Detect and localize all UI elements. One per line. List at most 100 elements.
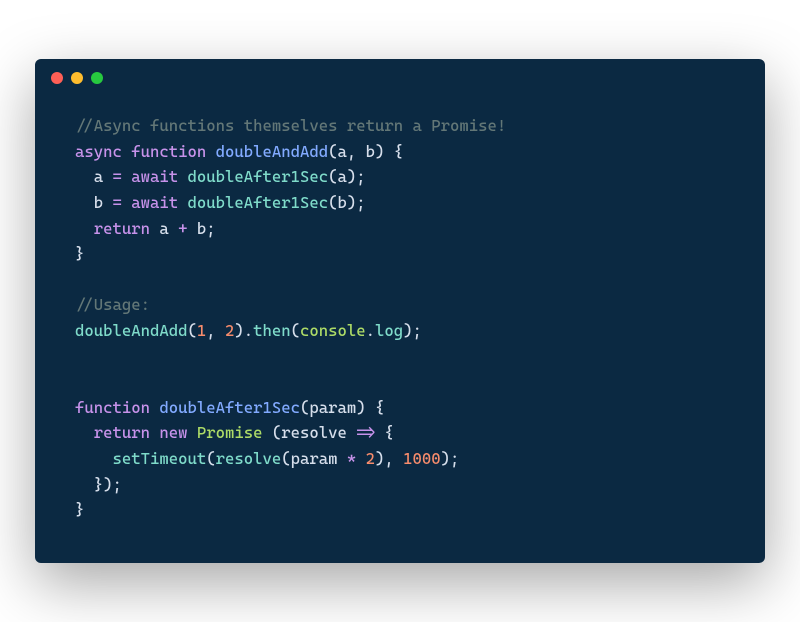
- code-line: a = await doubleAfter1Sec(a);: [75, 164, 725, 190]
- code-token: [178, 193, 187, 212]
- code-token: (: [300, 398, 309, 417]
- code-line: [75, 344, 725, 370]
- code-token: param: [309, 398, 356, 417]
- code-line: async function doubleAndAdd(a, b) {: [75, 139, 725, 165]
- code-block: //Async functions themselves return a Pr…: [35, 97, 765, 563]
- code-token: );: [347, 193, 366, 212]
- code-token: );: [403, 321, 422, 340]
- code-token: +: [178, 219, 187, 238]
- code-line: });: [75, 472, 725, 498]
- code-token: (: [272, 423, 281, 442]
- code-token: console: [300, 321, 366, 340]
- code-token: new: [159, 423, 187, 442]
- code-line: [75, 267, 725, 293]
- code-line: setTimeout(resolve(param * 2), 1000);: [75, 446, 725, 472]
- window-titlebar: [35, 59, 765, 97]
- code-token: (: [328, 193, 337, 212]
- code-token: ;: [206, 219, 215, 238]
- code-line: doubleAndAdd(1, 2).then(console.log);: [75, 318, 725, 344]
- code-token: a: [338, 167, 347, 186]
- code-token: resolve: [281, 423, 356, 442]
- code-token: );: [441, 449, 460, 468]
- code-token: doubleAndAdd: [216, 142, 329, 161]
- code-token: doubleAfter1Sec: [188, 193, 329, 212]
- code-token: b: [366, 142, 375, 161]
- code-token: });: [94, 475, 122, 494]
- code-token: ) {: [375, 142, 403, 161]
- code-line: return a + b;: [75, 216, 725, 242]
- code-token: a: [338, 142, 347, 161]
- code-token: [75, 423, 94, 442]
- code-token: [75, 475, 94, 494]
- code-token: b: [75, 193, 113, 212]
- code-token: await: [131, 193, 178, 212]
- code-token: doubleAfter1Sec: [159, 398, 300, 417]
- code-token: ,: [206, 321, 225, 340]
- code-token: 2: [366, 449, 375, 468]
- code-token: doubleAndAdd: [75, 321, 188, 340]
- code-token: 1: [197, 321, 206, 340]
- code-token: (: [206, 449, 215, 468]
- code-token: ),: [375, 449, 403, 468]
- minimize-icon[interactable]: [71, 72, 83, 84]
- code-token: [150, 398, 159, 417]
- code-token: 1000: [403, 449, 441, 468]
- maximize-icon[interactable]: [91, 72, 103, 84]
- code-line: [75, 369, 725, 395]
- code-token: doubleAfter1Sec: [188, 167, 329, 186]
- code-token: async: [75, 142, 122, 161]
- code-token: (: [291, 321, 300, 340]
- code-token: 2: [225, 321, 234, 340]
- code-token: [75, 449, 113, 468]
- code-token: *: [347, 449, 356, 468]
- code-token: {: [375, 423, 394, 442]
- code-token: [122, 142, 131, 161]
- code-token: then: [253, 321, 291, 340]
- code-token: [356, 449, 365, 468]
- code-token: await: [131, 167, 178, 186]
- code-token: [75, 219, 94, 238]
- code-token: //Usage:: [75, 295, 150, 314]
- code-token: ,: [347, 142, 366, 161]
- code-line: }: [75, 241, 725, 267]
- code-token: (: [281, 449, 290, 468]
- code-token: log: [375, 321, 403, 340]
- code-token: (: [328, 167, 337, 186]
- code-window: //Async functions themselves return a Pr…: [35, 59, 765, 563]
- code-token: =: [113, 193, 122, 212]
- code-line: //Async functions themselves return a Pr…: [75, 113, 725, 139]
- code-token: [206, 142, 215, 161]
- code-token: =: [113, 167, 122, 186]
- code-line: }: [75, 497, 725, 523]
- code-token: param: [291, 449, 347, 468]
- code-token: (: [188, 321, 197, 340]
- code-token: }: [75, 244, 84, 263]
- code-token: return: [94, 219, 150, 238]
- code-token: b: [338, 193, 347, 212]
- code-token: );: [347, 167, 366, 186]
- code-token: setTimeout: [113, 449, 207, 468]
- code-token: (: [328, 142, 337, 161]
- code-token: [122, 193, 131, 212]
- code-token: ).: [234, 321, 253, 340]
- code-token: a: [150, 219, 178, 238]
- code-token: [178, 167, 187, 186]
- code-token: [188, 423, 197, 442]
- code-token: resolve: [216, 449, 282, 468]
- code-token: function: [131, 142, 206, 161]
- code-line: b = await doubleAfter1Sec(b);: [75, 190, 725, 216]
- code-token: Promise: [197, 423, 263, 442]
- code-token: ) {: [356, 398, 384, 417]
- close-icon[interactable]: [51, 72, 63, 84]
- code-token: }: [75, 500, 84, 519]
- code-token: function: [75, 398, 150, 417]
- code-line: function doubleAfter1Sec(param) {: [75, 395, 725, 421]
- code-token: //Async functions themselves return a Pr…: [75, 116, 506, 135]
- code-token: return: [94, 423, 150, 442]
- code-token: b: [188, 219, 207, 238]
- code-token: .: [366, 321, 375, 340]
- code-token: [122, 167, 131, 186]
- code-line: //Usage:: [75, 292, 725, 318]
- code-token: [150, 423, 159, 442]
- code-line: return new Promise (resolve => {: [75, 420, 725, 446]
